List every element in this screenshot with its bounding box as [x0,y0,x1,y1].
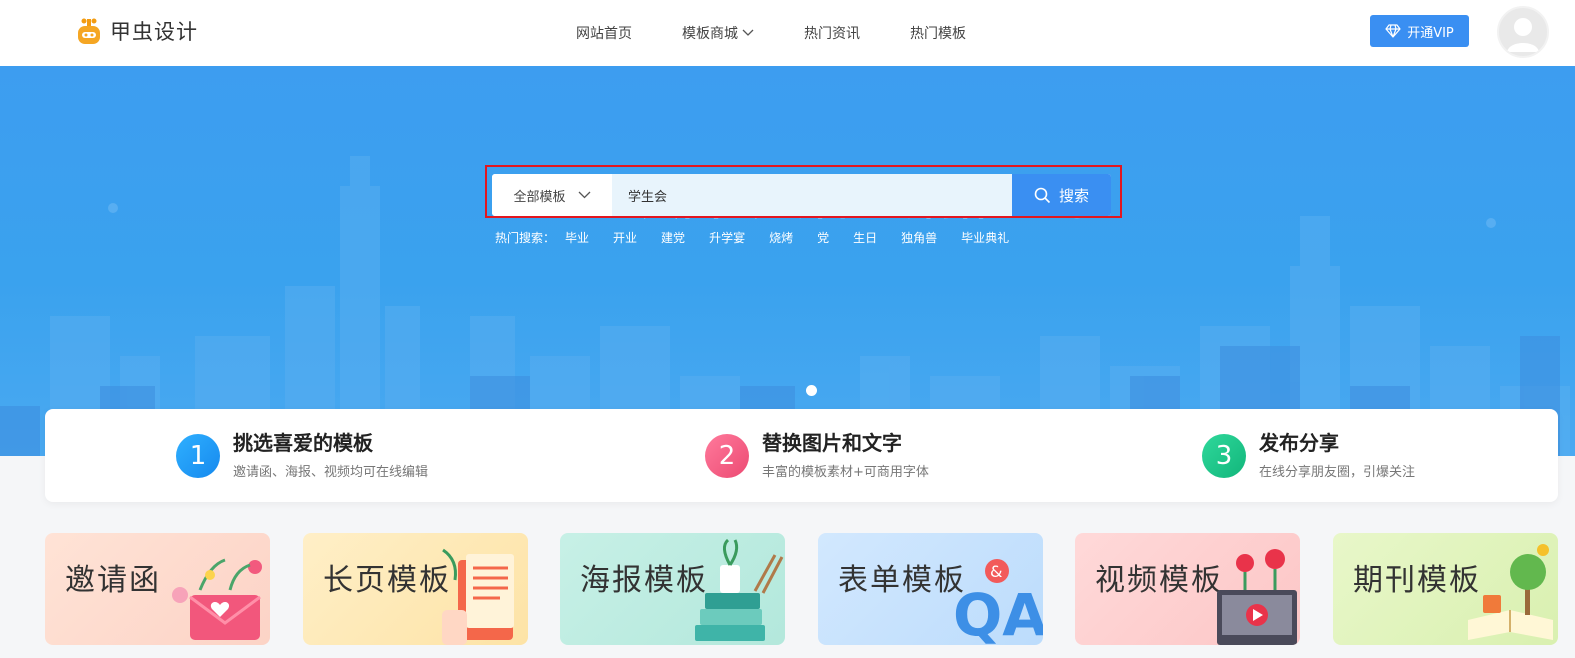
vip-label: 开通VIP [1407,25,1454,41]
step-1: 1 挑选喜爱的模板 邀请函、海报、视频均可在线编辑 [176,431,428,480]
video-player-icon [1217,549,1297,645]
step-2: 2 替换图片和文字 丰富的模板素材+可商用字体 [705,431,929,480]
logo-text: 甲虫设计 [110,20,198,44]
carousel-dot[interactable] [806,385,817,396]
step-description: 在线分享朋友圈，引爆关注 [1259,465,1416,480]
hot-search-term[interactable]: 独角兽 [901,229,937,246]
search-button-label: 搜索 [1058,186,1089,205]
step-number-badge: 1 [176,434,220,478]
category-card-label: 期刊模板 [1353,563,1481,598]
category-card-label: 邀请函 [65,563,161,598]
step-description: 邀请函、海报、视频均可在线编辑 [233,465,429,480]
nav-template-store-label: 模板商城 [682,26,738,42]
hot-searches-label: 热门搜索： [495,231,556,245]
step-number-badge: 3 [1202,434,1246,478]
category-card-poster[interactable]: 海报模板 [560,533,785,645]
nav-home[interactable]: 网站首页 [576,23,632,43]
diamond-icon [1385,24,1401,38]
search-icon [1034,187,1051,203]
hot-search-term[interactable]: 开业 [613,229,637,246]
nav-hot-news[interactable]: 热门资讯 [804,23,860,43]
step-number-badge: 2 [705,434,749,478]
hot-search-term[interactable]: 党 [817,229,829,246]
category-card-form[interactable]: 表单模板 & QA [818,533,1043,645]
hot-search-term[interactable]: 生日 [853,229,877,246]
nav-hot-templates-label: 热门模板 [910,26,966,42]
category-card-label: 长页模板 [323,563,451,598]
how-it-works-panel: 1 挑选喜爱的模板 邀请函、海报、视频均可在线编辑 2 替换图片和文字 丰富的模… [45,409,1558,502]
svg-text:&: & [990,562,1002,581]
nav-hot-news-label: 热门资讯 [804,26,860,42]
step-title: 替换图片和文字 [762,431,902,455]
books-plant-icon [695,538,784,641]
category-card-invitation[interactable]: 邀请函 [45,533,270,645]
hot-search-term[interactable]: 升学宴 [709,229,745,246]
template-category-select[interactable]: 全部模板 [492,174,612,216]
hero-banner: H5页面3分钟在线制作 [0,66,1575,456]
user-icon [1507,18,1539,52]
category-select-label: 全部模板 [513,189,566,205]
svg-text:QA: QA [953,581,1043,645]
logo[interactable]: 甲虫设计 [74,14,198,48]
user-avatar[interactable] [1497,6,1549,58]
envelope-flowers-icon [172,558,262,640]
open-vip-button[interactable]: 开通VIP [1370,15,1469,47]
nav-hot-templates[interactable]: 热门模板 [910,23,966,43]
category-card-video[interactable]: 视频模板 [1075,533,1300,645]
search-bar: 全部模板 搜索 [492,174,1111,216]
step-description: 丰富的模板素材+可商用字体 [762,465,929,480]
step-title: 挑选喜爱的模板 [233,431,373,455]
beetle-logo-icon [78,18,100,44]
document-scroll-icon [442,548,514,645]
hot-search-term[interactable]: 毕业 [565,229,589,246]
hot-search-term[interactable]: 建党 [661,229,685,246]
nav-template-store[interactable]: 模板商城 [682,23,754,43]
chevron-down-icon [578,191,590,199]
search-input[interactable] [612,174,1012,216]
qa-icon: & QA [953,559,1043,645]
category-card-journal[interactable]: 期刊模板 [1333,533,1558,645]
category-card-label: 视频模板 [1095,563,1223,598]
search-button[interactable]: 搜索 [1012,174,1111,216]
top-header: 甲虫设计 网站首页 模板商城 热门资讯 热门模板 开通VIP [0,0,1575,66]
hot-search-term[interactable]: 毕业典礼 [961,229,1009,246]
hot-search-term[interactable]: 烧烤 [769,229,793,246]
nav-home-label: 网站首页 [576,26,632,42]
hot-searches: 热门搜索： 毕业 开业 建党 升学宴 烧烤 党 生日 独角兽 毕业典礼 [495,229,1033,246]
category-card-long-page[interactable]: 长页模板 [303,533,528,645]
step-title: 发布分享 [1259,431,1339,455]
step-3: 3 发布分享 在线分享朋友圈，引爆关注 [1202,431,1415,480]
chevron-down-icon [742,29,754,36]
open-book-tree-icon [1468,544,1553,640]
main-nav: 网站首页 模板商城 热门资讯 热门模板 [576,0,1016,66]
